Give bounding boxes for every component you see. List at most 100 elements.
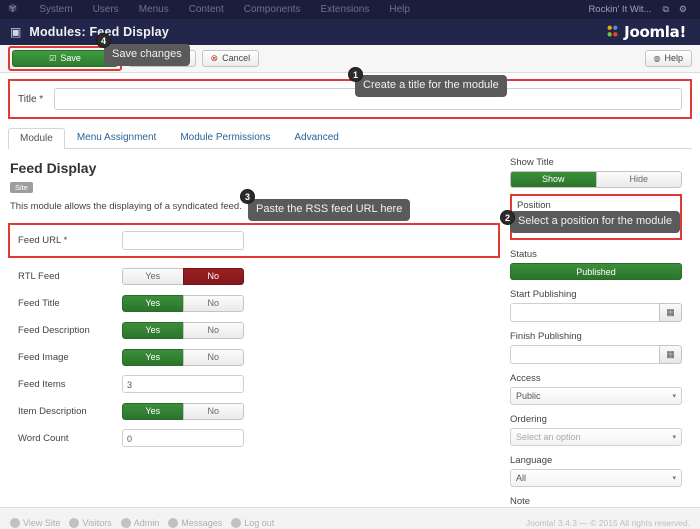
calendar-icon[interactable]: ▦ — [659, 345, 682, 364]
rtl-feed-label: RTL Feed — [18, 270, 60, 282]
feed-title-yes[interactable]: Yes — [122, 294, 183, 312]
language-label: Language — [510, 455, 553, 466]
menu-item-help[interactable]: Help — [379, 0, 420, 19]
footer-item-admin[interactable]: Admin — [120, 518, 159, 528]
joomla-logo-icon[interactable]: ✾ — [8, 4, 17, 15]
note-label: Note — [510, 496, 531, 507]
footer-item-visitors[interactable]: Visitors — [69, 518, 112, 528]
annotation-tooltip-3: Paste the RSS feed URL here — [248, 199, 411, 221]
chevron-down-icon: ▾ — [672, 475, 676, 482]
external-link-icon[interactable]: ⧉ — [657, 4, 673, 15]
show-title-toggle[interactable]: Show Hide — [510, 171, 682, 188]
feed-description-toggle[interactable]: Yes No — [122, 321, 244, 339]
item-description-no[interactable]: No — [182, 402, 244, 420]
field-row-feed-title: Feed Title Yes No — [8, 294, 500, 312]
finish-publishing-label: Finish Publishing — [510, 331, 582, 342]
access-label: Access — [510, 373, 541, 384]
cancel-icon: ⊗ — [210, 53, 219, 63]
field-row-feed-description: Feed Description Yes No — [8, 321, 500, 339]
save-button[interactable]: ☑ Save — [12, 50, 118, 67]
item-description-yes[interactable]: Yes — [122, 402, 183, 420]
title-field-label: Title * — [18, 93, 44, 105]
help-icon: ◍ — [653, 53, 661, 63]
word-count-input[interactable]: 0 — [122, 429, 244, 447]
tab-module[interactable]: Module — [8, 128, 65, 149]
finish-publishing-input[interactable] — [510, 345, 659, 364]
feed-url-highlight: Feed URL * — [8, 223, 500, 258]
language-select[interactable]: All ▾ — [510, 469, 682, 487]
menu-item-users[interactable]: Users — [83, 0, 129, 19]
cancel-button[interactable]: ⊗ Cancel — [201, 50, 260, 67]
ordering-label: Ordering — [510, 414, 547, 425]
access-select[interactable]: Public ▾ — [510, 387, 682, 405]
rtl-feed-no[interactable]: No — [182, 267, 244, 285]
rtl-feed-toggle[interactable]: Yes No — [122, 267, 244, 285]
access-select-value: Public — [516, 391, 541, 401]
show-title-label: Show Title — [510, 157, 554, 168]
feed-title-toggle[interactable]: Yes No — [122, 294, 244, 312]
view-site-icon — [10, 518, 20, 528]
help-button[interactable]: ◍ Help — [644, 50, 692, 67]
site-name-label[interactable]: Rockin' It Wit... — [588, 4, 657, 15]
admin-page: ✾ System Users Menus Content Components … — [0, 0, 700, 529]
ordering-select[interactable]: Select an option ▾ — [510, 428, 682, 446]
show-title-hide[interactable]: Hide — [595, 171, 682, 188]
messages-icon — [168, 518, 179, 528]
item-description-toggle[interactable]: Yes No — [122, 402, 244, 420]
feed-image-label: Feed Image — [18, 351, 69, 363]
footer-item-logout[interactable]: Log out — [231, 518, 274, 528]
cancel-button-label: Cancel — [222, 53, 251, 63]
menu-item-system[interactable]: System — [29, 0, 82, 19]
menu-item-extensions[interactable]: Extensions — [310, 0, 379, 19]
chevron-down-icon: ▾ — [672, 393, 676, 400]
tab-bar: Module Menu Assignment Module Permission… — [8, 128, 692, 149]
menu-item-components[interactable]: Components — [234, 0, 311, 19]
tab-menu-assignment[interactable]: Menu Assignment — [65, 127, 169, 148]
language-select-value: All — [516, 473, 527, 483]
status-label: Status — [510, 249, 537, 260]
feed-description-label: Feed Description — [18, 324, 90, 336]
calendar-icon[interactable]: ▦ — [659, 303, 682, 322]
module-icon: ▣ — [10, 25, 22, 39]
feed-image-no[interactable]: No — [182, 348, 244, 366]
page-footer: View Site Visitors Admin Messages Log ou… — [0, 507, 700, 529]
chevron-down-icon: ▾ — [672, 434, 676, 441]
menu-item-content[interactable]: Content — [179, 0, 234, 19]
field-row-item-description: Item Description Yes No — [8, 402, 500, 420]
status-value[interactable]: Published — [510, 263, 682, 280]
admin-icon — [120, 518, 131, 528]
tab-module-permissions[interactable]: Module Permissions — [168, 127, 282, 148]
annotation-badge-1: 1 — [348, 67, 363, 82]
footer-item-view-site-label: View Site — [23, 518, 61, 528]
feed-url-input[interactable] — [122, 231, 244, 250]
item-description-label: Item Description — [18, 405, 87, 417]
start-publishing-input[interactable] — [510, 303, 659, 322]
field-row-word-count: Word Count 0 — [8, 429, 500, 447]
feed-image-yes[interactable]: Yes — [122, 348, 183, 366]
annotation-tooltip-4: Save changes — [104, 44, 190, 66]
feed-image-toggle[interactable]: Yes No — [122, 348, 244, 366]
gear-icon[interactable]: ⚙ — [674, 4, 692, 15]
menu-item-menus[interactable]: Menus — [129, 0, 179, 19]
finish-publishing-field: ▦ — [510, 345, 682, 364]
logout-icon — [231, 518, 242, 528]
word-count-control: 0 — [122, 429, 244, 447]
feed-description-no[interactable]: No — [182, 321, 244, 339]
top-menu-bar: ✾ System Users Menus Content Components … — [0, 0, 700, 19]
footer-links: View Site Visitors Admin Messages Log ou… — [10, 518, 526, 528]
footer-version: Joomla! 3.4.3 — © 2015 All rights reserv… — [525, 518, 690, 528]
word-count-label: Word Count — [18, 432, 69, 444]
feed-title-no[interactable]: No — [182, 294, 244, 312]
title-field-highlight: Title * — [8, 79, 692, 119]
field-row-feed-items: Feed Items 3 — [8, 375, 500, 393]
rtl-feed-yes[interactable]: Yes — [122, 267, 183, 285]
footer-item-visitors-label: Visitors — [82, 518, 112, 528]
joomla-brand-text: Joomla! — [624, 23, 686, 41]
footer-item-messages[interactable]: Messages — [168, 518, 222, 528]
tab-advanced[interactable]: Advanced — [282, 127, 350, 148]
footer-item-view-site[interactable]: View Site — [10, 518, 60, 528]
feed-items-input[interactable]: 3 — [122, 375, 244, 393]
feed-description-yes[interactable]: Yes — [122, 321, 183, 339]
feed-items-label: Feed Items — [18, 378, 66, 390]
show-title-show[interactable]: Show — [510, 171, 596, 188]
